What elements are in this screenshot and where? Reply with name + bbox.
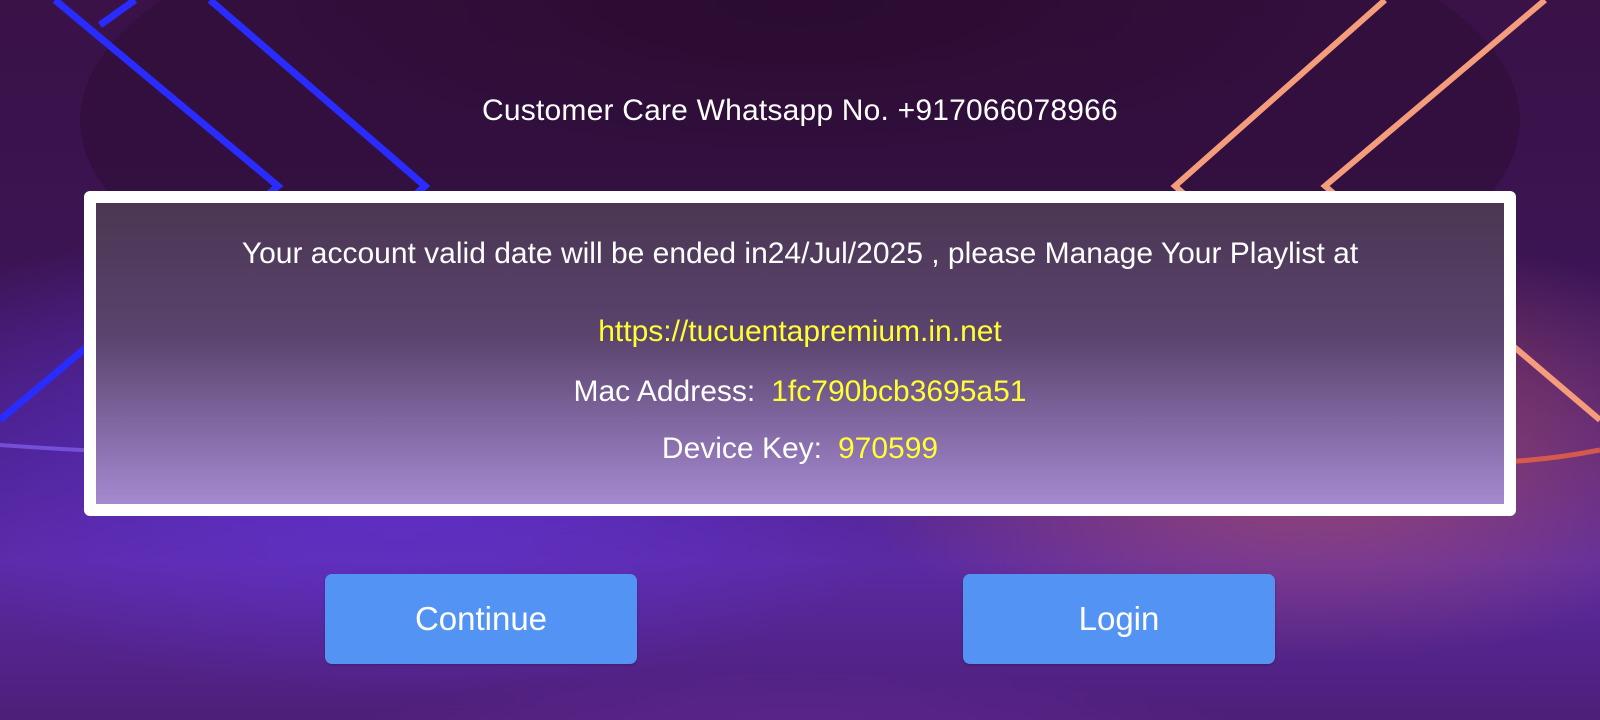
login-button[interactable]: Login (963, 574, 1275, 664)
device-key-label: Device Key: (661, 432, 822, 465)
customer-care-text: Customer Care Whatsapp No. +917066078966 (482, 94, 1118, 127)
account-expiry-message: Your account valid date will be ended in… (241, 237, 1359, 270)
continue-button[interactable]: Continue (325, 574, 637, 664)
device-key-value: 970599 (837, 432, 939, 465)
mac-address-value: 1fc790bcb3695a51 (771, 375, 1027, 408)
device-key-row: Device Key: 970599 (96, 432, 1504, 466)
playlist-url: https://tucuentapremium.in.net (598, 315, 1002, 348)
mac-address-row: Mac Address: 1fc790bcb3695a51 (96, 375, 1504, 409)
mac-address-label: Mac Address: (573, 375, 756, 408)
